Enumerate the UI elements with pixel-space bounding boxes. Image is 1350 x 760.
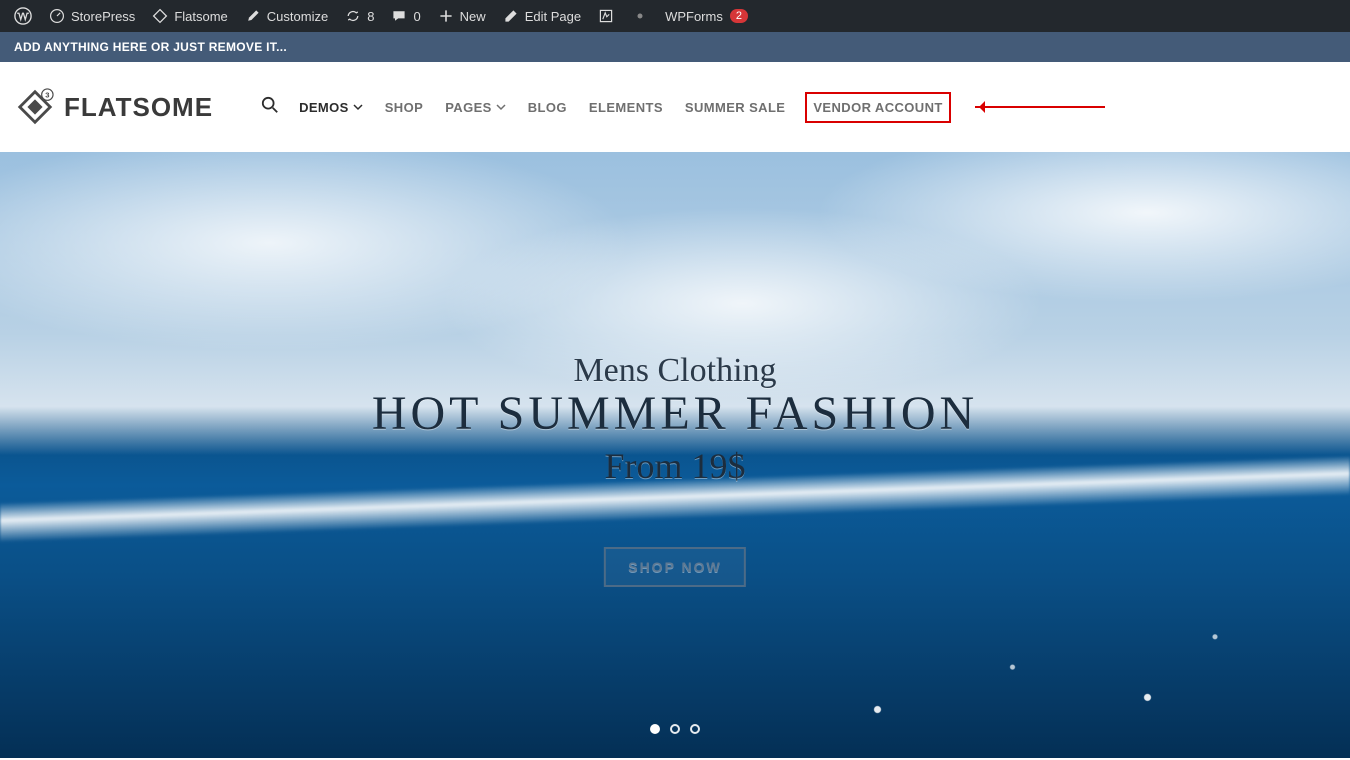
site-logo[interactable]: 3 FLATSOME: [16, 88, 213, 126]
admin-updates-count: 8: [367, 9, 374, 24]
brush-icon: [244, 7, 262, 25]
admin-wpforms[interactable]: WPForms 2: [657, 0, 756, 32]
nav-summer-sale[interactable]: SUMMER SALE: [683, 94, 787, 121]
nav-elements[interactable]: ELEMENTS: [587, 94, 665, 121]
admin-site-link[interactable]: StorePress: [40, 0, 143, 32]
nav-item-label: PAGES: [445, 100, 492, 115]
wordpress-icon: [14, 7, 32, 25]
nav-item-label: ELEMENTS: [589, 100, 663, 115]
hero-cta-label: SHOP NOW: [628, 559, 722, 575]
chevron-down-icon: [353, 100, 363, 115]
hero-content: Mens Clothing HOT SUMMER FASHION From 19…: [372, 352, 978, 587]
admin-wpforms-label: WPForms: [665, 9, 723, 24]
admin-customize-label: Customize: [267, 9, 328, 24]
admin-comments-count: 0: [413, 9, 420, 24]
search-icon: [261, 96, 279, 119]
admin-wpforms-badge: 2: [730, 9, 748, 23]
nav-vendor-account[interactable]: VENDOR ACCOUNT: [805, 92, 950, 123]
comment-icon: [390, 7, 408, 25]
admin-edit-label: Edit Page: [525, 9, 581, 24]
nav-item-label: BLOG: [528, 100, 567, 115]
hero-slider: Mens Clothing HOT SUMMER FASHION From 19…: [0, 152, 1350, 758]
nav-demos[interactable]: DEMOS: [297, 94, 365, 121]
nav-item-label: SUMMER SALE: [685, 100, 785, 115]
top-notice-text: ADD ANYTHING HERE OR JUST REMOVE IT...: [14, 40, 287, 54]
admin-comments[interactable]: 0: [382, 0, 428, 32]
site-header: 3 FLATSOME DEMOS SHOP PAGES BLOG ELEMENT…: [0, 62, 1350, 152]
dashboard-icon: [48, 7, 66, 25]
search-button[interactable]: [261, 96, 279, 119]
logo-text: FLATSOME: [64, 92, 213, 123]
admin-theme-link[interactable]: Flatsome: [143, 0, 235, 32]
nav-pages[interactable]: PAGES: [443, 94, 508, 121]
admin-new[interactable]: New: [429, 0, 494, 32]
pencil-icon: [502, 7, 520, 25]
slider-dot-1[interactable]: [650, 724, 660, 734]
admin-theme-label: Flatsome: [174, 9, 227, 24]
shop-now-button[interactable]: SHOP NOW: [604, 547, 746, 587]
nav-item-label: VENDOR ACCOUNT: [813, 100, 942, 115]
main-nav: DEMOS SHOP PAGES BLOG ELEMENTS SUMMER SA…: [261, 92, 1105, 123]
svg-text:3: 3: [45, 91, 49, 100]
refresh-icon: [344, 7, 362, 25]
logo-mark-icon: 3: [16, 88, 54, 126]
admin-edit-page[interactable]: Edit Page: [494, 0, 589, 32]
dot-icon: [631, 7, 649, 25]
hero-subtitle: Mens Clothing: [372, 352, 978, 390]
admin-status-dot[interactable]: [623, 0, 657, 32]
wp-admin-bar: StorePress Flatsome Customize 8 0 New: [0, 0, 1350, 32]
wp-logo[interactable]: [6, 0, 40, 32]
admin-new-label: New: [460, 9, 486, 24]
annotation-arrow: [975, 106, 1105, 108]
slider-dot-3[interactable]: [690, 724, 700, 734]
admin-uxbuilder[interactable]: [589, 0, 623, 32]
nav-item-label: SHOP: [385, 100, 423, 115]
flatsome-icon: [151, 7, 169, 25]
admin-site-label: StorePress: [71, 9, 135, 24]
admin-customize-link[interactable]: Customize: [236, 0, 336, 32]
slider-dot-2[interactable]: [670, 724, 680, 734]
ux-icon: [597, 7, 615, 25]
plus-icon: [437, 7, 455, 25]
nav-item-label: DEMOS: [299, 100, 349, 115]
slider-dots: [650, 724, 700, 734]
top-notice-bar: ADD ANYTHING HERE OR JUST REMOVE IT...: [0, 32, 1350, 62]
hero-title: HOT SUMMER FASHION: [372, 386, 978, 441]
nav-blog[interactable]: BLOG: [526, 94, 569, 121]
hero-price-line: From 19$: [372, 445, 978, 487]
chevron-down-icon: [496, 100, 506, 115]
admin-updates[interactable]: 8: [336, 0, 382, 32]
nav-shop[interactable]: SHOP: [383, 94, 425, 121]
